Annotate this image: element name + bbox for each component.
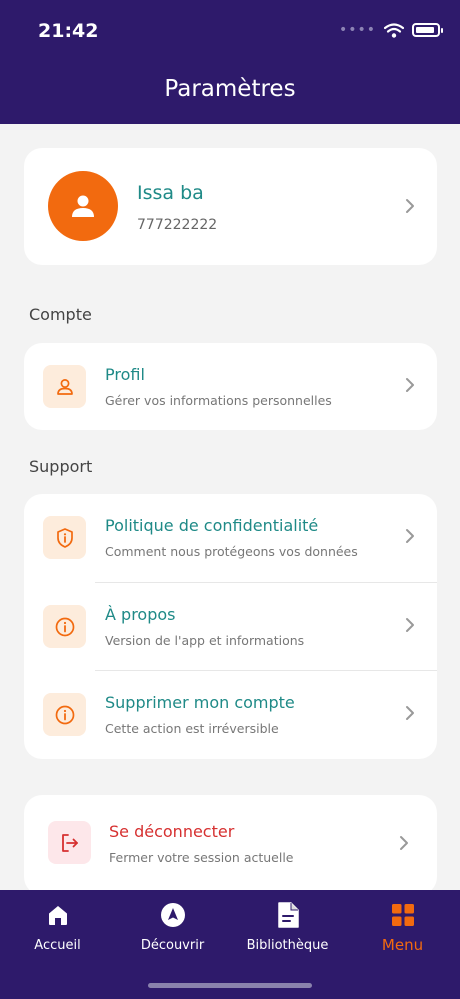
menu-item-title: À propos: [105, 605, 176, 624]
chevron-right-icon: [406, 706, 414, 720]
logout-subtitle: Fermer votre session actuelle: [109, 850, 294, 865]
status-icons: ••••: [338, 22, 443, 38]
home-icon: [48, 906, 67, 925]
user-icon: [72, 195, 94, 217]
profile-phone: 777222222: [137, 217, 218, 233]
account-card: Profil Gérer vos informations personnell…: [24, 343, 437, 430]
tab-decouvrir[interactable]: Découvrir: [115, 900, 230, 953]
chevron-right-icon: [406, 529, 414, 543]
tab-bibliotheque[interactable]: Bibliothèque: [230, 900, 345, 953]
menu-item-logout[interactable]: Se déconnecter Fermer votre session actu…: [24, 795, 437, 895]
tab-menu[interactable]: Menu: [345, 900, 460, 954]
tab-label: Bibliothèque: [246, 938, 329, 953]
chevron-right-icon: [406, 618, 414, 632]
app-header: 21:42 •••• Paramètres: [0, 0, 460, 124]
status-time: 21:42: [38, 20, 99, 42]
avatar: [48, 171, 118, 241]
menu-item-subtitle: Comment nous protégeons vos données: [105, 544, 358, 559]
profile-name: Issa ba: [137, 182, 204, 204]
menu-item-title: Supprimer mon compte: [105, 693, 295, 712]
menu-item-subtitle: Version de l'app et informations: [105, 633, 305, 648]
document-icon: [277, 902, 299, 928]
menu-item-profil[interactable]: Profil Gérer vos informations personnell…: [24, 343, 437, 430]
page-title: Paramètres: [164, 76, 296, 102]
tab-label: Accueil: [34, 938, 81, 953]
logout-card[interactable]: Se déconnecter Fermer votre session actu…: [24, 795, 437, 895]
tab-accueil[interactable]: Accueil: [0, 900, 115, 953]
profile-card[interactable]: Issa ba 777222222: [24, 148, 437, 265]
support-card: Politique de confidentialité Comment nou…: [24, 494, 437, 759]
menu-item-about[interactable]: À propos Version de l'app et information…: [24, 583, 437, 671]
section-label-support: Support: [29, 457, 93, 476]
logout-title: Se déconnecter: [109, 822, 235, 841]
user-icon: [56, 378, 73, 395]
chevron-right-icon: [406, 199, 414, 213]
info-icon: [55, 705, 74, 724]
grid-icon: [391, 904, 414, 926]
menu-item-title: Profil: [105, 365, 145, 384]
tab-label: Découvrir: [140, 938, 205, 953]
logout-icon: [61, 833, 78, 852]
shield-icon-box: [43, 516, 86, 559]
menu-item-title: Politique de confidentialité: [105, 516, 319, 535]
info-icon: [55, 617, 74, 636]
wifi-icon: [384, 22, 404, 38]
signal-icon: ••••: [338, 22, 376, 38]
menu-item-subtitle: Gérer vos informations personnelles: [105, 393, 332, 408]
section-label-account: Compte: [29, 305, 92, 324]
chevron-right-icon: [406, 378, 414, 392]
chevron-right-icon: [400, 836, 408, 850]
menu-item-delete-account[interactable]: Supprimer mon compte Cette action est ir…: [24, 671, 437, 759]
info-icon-box: [43, 605, 86, 648]
user-icon-box: [43, 365, 86, 408]
tab-label: Menu: [381, 936, 424, 954]
compass-icon: [160, 903, 185, 927]
home-indicator: [148, 983, 312, 988]
info-icon-box: [43, 693, 86, 736]
menu-item-privacy[interactable]: Politique de confidentialité Comment nou…: [24, 494, 437, 582]
logout-icon-box: [48, 821, 91, 864]
battery-icon: [412, 23, 443, 37]
shield-icon: [56, 527, 73, 548]
menu-item-subtitle: Cette action est irréversible: [105, 721, 279, 736]
